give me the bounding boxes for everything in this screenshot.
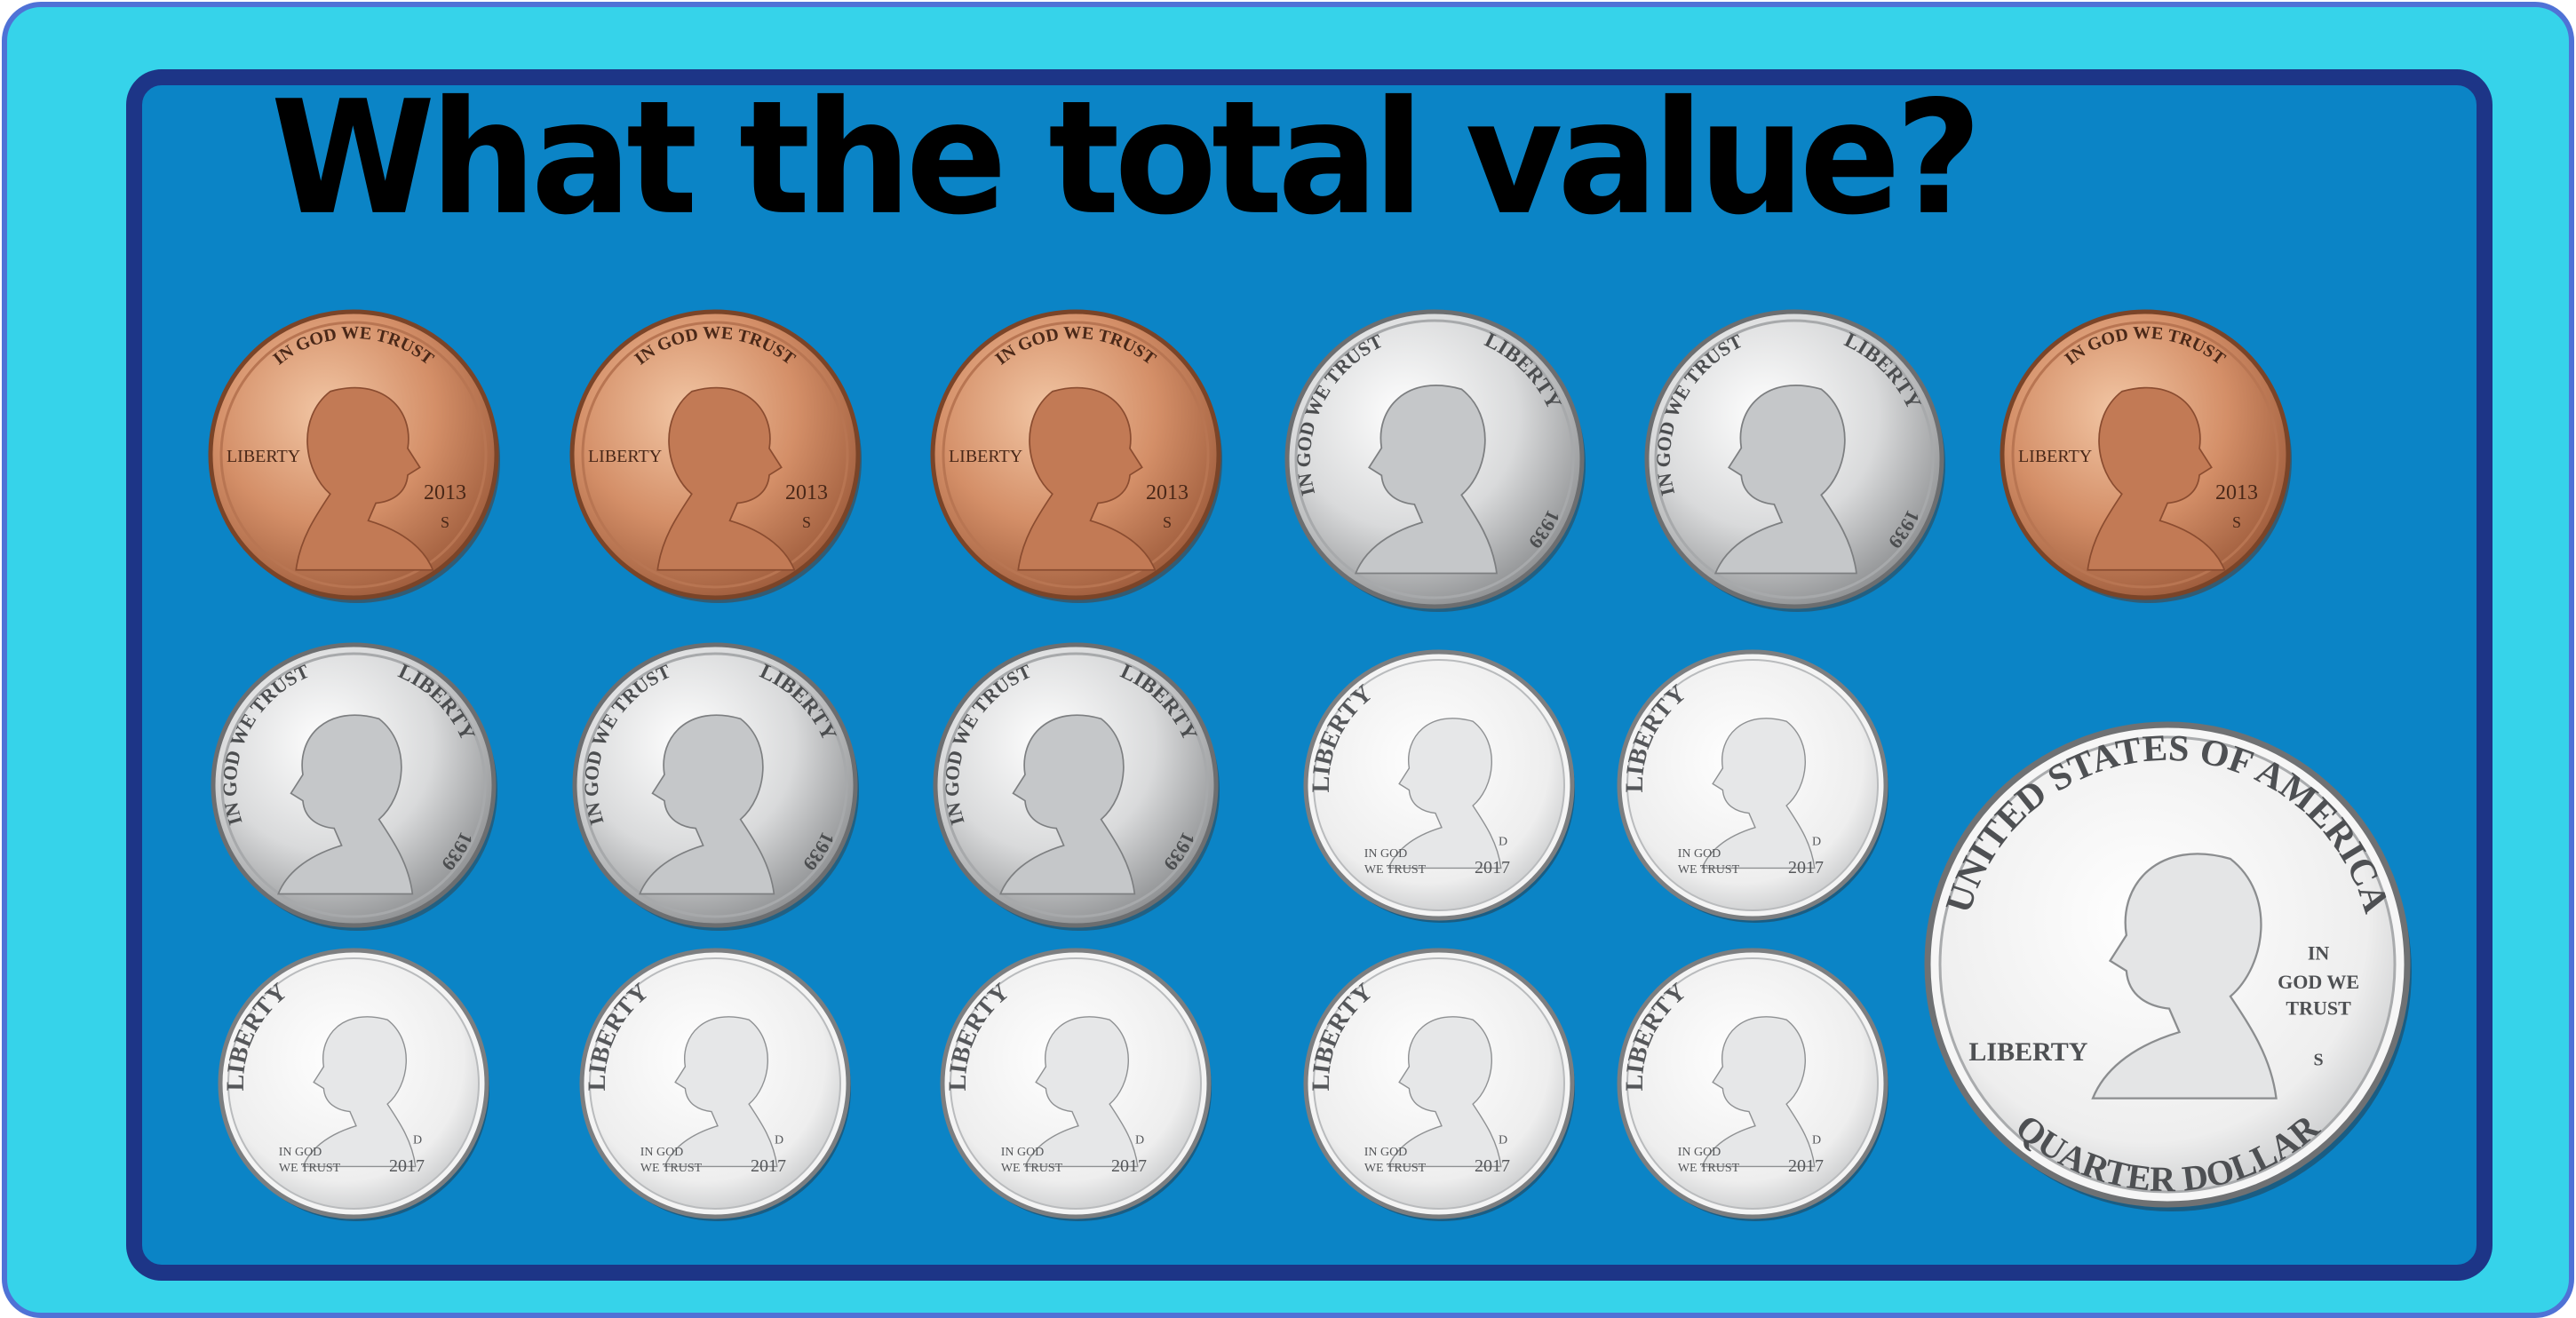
page-title: What the total value? xyxy=(270,67,1982,250)
board xyxy=(126,69,2493,1281)
